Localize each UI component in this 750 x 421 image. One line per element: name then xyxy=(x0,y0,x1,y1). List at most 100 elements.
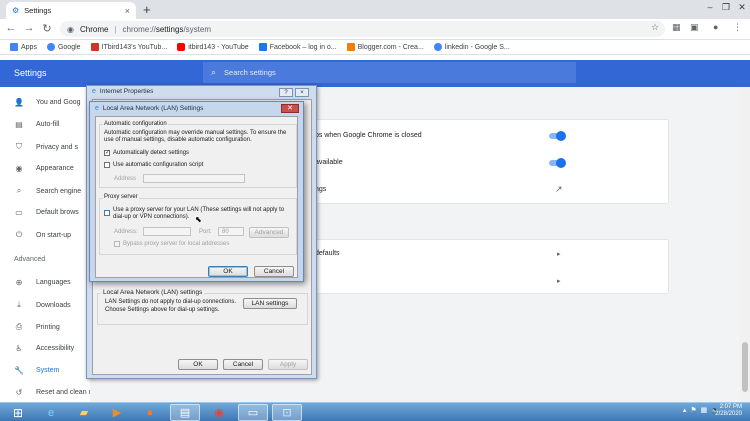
youtube-icon xyxy=(177,43,186,51)
lan-description: LAN Settings do not apply to dial-up con… xyxy=(105,299,237,313)
bookmark-item[interactable]: Google xyxy=(46,43,81,51)
auto-detect-checkbox[interactable]: ✓ xyxy=(104,150,110,156)
close-lan-dialog-button[interactable]: ✕ xyxy=(281,104,299,113)
bookmark-item[interactable]: Facebook – log in o... xyxy=(258,43,337,51)
forward-button[interactable]: → xyxy=(22,22,36,34)
cancel-button[interactable]: Cancel xyxy=(223,359,263,370)
taskbar-internet-options[interactable]: ⊡ xyxy=(272,404,302,421)
sidebar-item-you-and-google[interactable]: 👤 You and Goog xyxy=(14,98,81,107)
sidebar-item-privacy[interactable]: ⛉ Privacy and s xyxy=(14,142,78,152)
sidebar-item-languages[interactable]: ⊕ Languages xyxy=(14,278,71,287)
sidebar-item-system[interactable]: 🔧 System xyxy=(14,366,59,375)
tab-settings[interactable]: ⚙ Settings × xyxy=(6,2,136,19)
auto-script-label[interactable]: Use automatic configuration script xyxy=(113,162,203,169)
dialog-title: e Internet Properties xyxy=(92,88,154,95)
auto-detect-label[interactable]: Automatically detect settings xyxy=(113,150,189,157)
sidebar-item-printing[interactable]: ⎙ Printing xyxy=(14,322,60,332)
chevron-right-icon[interactable]: ▸ xyxy=(557,250,561,258)
new-tab-button[interactable]: + xyxy=(143,2,151,17)
bypass-local-checkbox[interactable] xyxy=(114,241,120,247)
script-address-input[interactable] xyxy=(143,174,245,183)
settings-sidebar: 👤 You and Goog ▤ Auto-fill ⛉ Privacy and s … xyxy=(0,87,96,402)
use-proxy-label[interactable]: Use a proxy server for your LAN (These s… xyxy=(113,207,293,221)
bookmark-item[interactable]: Blogger.com - Crea... xyxy=(346,43,424,51)
shield-icon: ⛉ xyxy=(16,142,22,151)
port-input[interactable]: 80 xyxy=(218,227,244,236)
restore-defaults-row[interactable]: defaults xyxy=(315,250,340,257)
advanced-button[interactable]: Advanced xyxy=(249,227,289,238)
bookmark-item[interactable]: Apps xyxy=(10,43,37,51)
profile-icon[interactable]: ● xyxy=(713,22,718,32)
scrollbar-thumb[interactable] xyxy=(742,342,748,392)
use-proxy-checkbox[interactable] xyxy=(104,210,110,216)
bookmark-item[interactable]: linkedin - Google S... xyxy=(433,43,510,51)
browser-toolbar: ← → ↻ ◉ Chrome | chrome://settings/syste… xyxy=(0,19,750,40)
bookmark-star-icon[interactable]: ☆ xyxy=(651,22,659,33)
taskbar-clock[interactable]: 2:07 PM 2/28/2020 xyxy=(715,404,742,418)
close-tab-icon[interactable]: × xyxy=(125,6,130,16)
bypass-local-label[interactable]: Bypass proxy server for local addresses xyxy=(123,241,229,248)
address-bar[interactable]: ◉ Chrome | chrome://settings/system xyxy=(60,21,665,37)
bookmark-item[interactable]: itbird143 - YouTube xyxy=(177,43,249,51)
taskbar-screen[interactable]: ▭ xyxy=(238,404,268,421)
tray-arrow-icon[interactable]: ▴ xyxy=(683,406,687,414)
help-button[interactable]: ? xyxy=(279,88,293,97)
sidebar-item-appearance[interactable]: ◉ Appearance xyxy=(14,164,74,173)
proxy-server-label: Proxy server xyxy=(103,194,139,200)
sidebar-item-default-browser[interactable]: ▭ Default brows xyxy=(14,208,79,217)
bookmarks-bar: Apps Google ITbird143's YouTub... itbird… xyxy=(0,40,750,55)
extension-icon[interactable]: ▣ xyxy=(690,22,699,33)
continue-running-toggle[interactable] xyxy=(549,131,566,141)
menu-dots-icon[interactable]: ⋮ xyxy=(733,22,742,33)
internet-explorer-icon: e xyxy=(95,105,99,112)
chrome-icon: ◉ xyxy=(214,407,224,419)
sidebar-item-autofill[interactable]: ▤ Auto-fill xyxy=(14,120,59,129)
sidebar-item-reset[interactable]: ↺ Reset and clean up xyxy=(14,388,97,397)
blogger-icon xyxy=(346,43,355,51)
back-button[interactable]: ← xyxy=(4,22,18,34)
auto-script-checkbox[interactable] xyxy=(104,162,110,168)
apply-button[interactable]: Apply xyxy=(268,359,308,370)
extension-icon[interactable]: ▦ xyxy=(672,22,681,33)
sidebar-item-on-startup[interactable]: ⏻ On start-up xyxy=(14,230,71,240)
page-scrollbar[interactable] xyxy=(740,87,750,402)
start-button[interactable]: ⊞ xyxy=(3,404,33,421)
tray-flag-icon[interactable]: ⚑ xyxy=(690,406,696,414)
internet-explorer-icon: e xyxy=(47,406,55,419)
taskbar-firefox[interactable]: ● xyxy=(135,404,165,421)
palette-icon: ◉ xyxy=(15,164,23,173)
printer-icon: ⎙ xyxy=(15,322,23,331)
lan-settings-button[interactable]: LAN settings xyxy=(243,298,297,309)
port-value: 80 xyxy=(222,229,229,235)
proxy-address-input[interactable] xyxy=(143,227,191,236)
sidebar-item-accessibility[interactable]: ♿ Accessibility xyxy=(14,344,74,353)
close-dialog-button[interactable]: × xyxy=(295,88,309,97)
taskbar-network[interactable]: ▤ xyxy=(170,404,200,421)
chrome-site-icon: ◉ xyxy=(67,24,74,34)
tray-network-icon[interactable]: ▦ xyxy=(701,406,708,414)
taskbar-media-player[interactable]: ▶ xyxy=(102,404,132,421)
hardware-acceleration-row: available xyxy=(315,159,343,166)
download-icon: ⤓ xyxy=(17,300,21,309)
taskbar-explorer[interactable]: ▰ xyxy=(69,404,99,421)
ok-button[interactable]: OK xyxy=(178,359,218,370)
maximize-button[interactable]: ❐ xyxy=(718,0,734,14)
lan-ok-button[interactable]: OK xyxy=(208,266,248,277)
sidebar-section-advanced[interactable]: Advanced xyxy=(14,256,45,263)
search-settings-input[interactable]: ⌕ Search settings xyxy=(203,62,576,83)
bookmark-item[interactable]: ITbird143's YouTub... xyxy=(90,43,167,51)
chevron-right-icon[interactable]: ▸ xyxy=(557,277,561,285)
folder-icon: ▰ xyxy=(79,407,89,419)
taskbar-ie[interactable]: e xyxy=(36,404,66,421)
lan-cancel-button[interactable]: Cancel xyxy=(254,266,294,277)
sidebar-item-search-engine[interactable]: ⌕ Search engine xyxy=(14,186,81,196)
sidebar-item-downloads[interactable]: ⤓ Downloads xyxy=(14,300,70,310)
minimize-button[interactable]: – xyxy=(702,0,718,14)
script-address-label: Address xyxy=(114,176,137,182)
reload-button[interactable]: ↻ xyxy=(40,22,54,35)
window-controls: – ❐ ✕ xyxy=(702,0,750,14)
hardware-acceleration-toggle[interactable] xyxy=(549,158,566,168)
taskbar-chrome[interactable]: ◉ xyxy=(204,404,234,421)
open-external-icon[interactable]: ↗ xyxy=(555,184,563,195)
close-window-button[interactable]: ✕ xyxy=(734,0,750,14)
